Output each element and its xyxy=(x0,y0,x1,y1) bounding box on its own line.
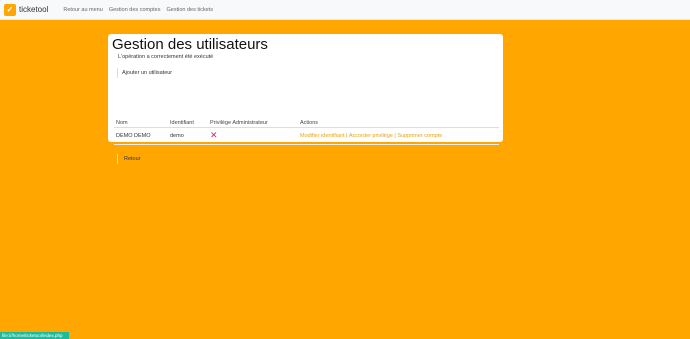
brand[interactable]: ✓ ticketool xyxy=(4,3,49,16)
row-actions: Modifier identifiant | Accorder privilèg… xyxy=(300,133,442,139)
separator: | xyxy=(394,133,396,139)
ticket-logo-icon: ✓ xyxy=(4,3,16,16)
back-button[interactable]: Retour xyxy=(117,154,147,164)
separator: | xyxy=(346,133,348,139)
users-card: Gestion des utilisateurs L'opération a c… xyxy=(108,34,503,164)
nav-link-menu[interactable]: Retour au menu xyxy=(63,7,102,13)
grant-privilege-link[interactable]: Accorder privilège xyxy=(349,133,393,139)
column-header-admin: Privilège Administrateur xyxy=(210,120,268,126)
nav-link-tickets[interactable]: Gestion des tickets xyxy=(166,7,212,13)
column-header-login: Identifiant xyxy=(170,120,194,126)
column-header-name: Nom xyxy=(116,120,128,126)
close-icon: ✕ xyxy=(210,130,218,140)
success-message: L'opération a correctement été exécuté xyxy=(118,54,214,60)
navbar: ✓ ticketool Retour au menu Gestion des c… xyxy=(0,0,690,20)
brand-name: ticketool xyxy=(19,5,49,14)
status-bar-url: file:///home/ticketool/index.php xyxy=(0,332,69,339)
cell-login: demo xyxy=(170,133,184,139)
cell-name: DEMO DEMO xyxy=(116,133,151,139)
nav-link-accounts[interactable]: Gestion des comptes xyxy=(109,7,161,13)
add-user-button[interactable]: Ajouter un utilisateur xyxy=(117,68,176,78)
table-header-divider xyxy=(114,127,499,128)
edit-login-link[interactable]: Modifier identifiant xyxy=(300,133,345,139)
page-title: Gestion des utilisateurs xyxy=(112,36,268,53)
column-header-actions: Actions xyxy=(300,120,319,126)
table-row-divider xyxy=(114,144,499,145)
delete-account-link[interactable]: Supprimer compte xyxy=(397,133,442,139)
